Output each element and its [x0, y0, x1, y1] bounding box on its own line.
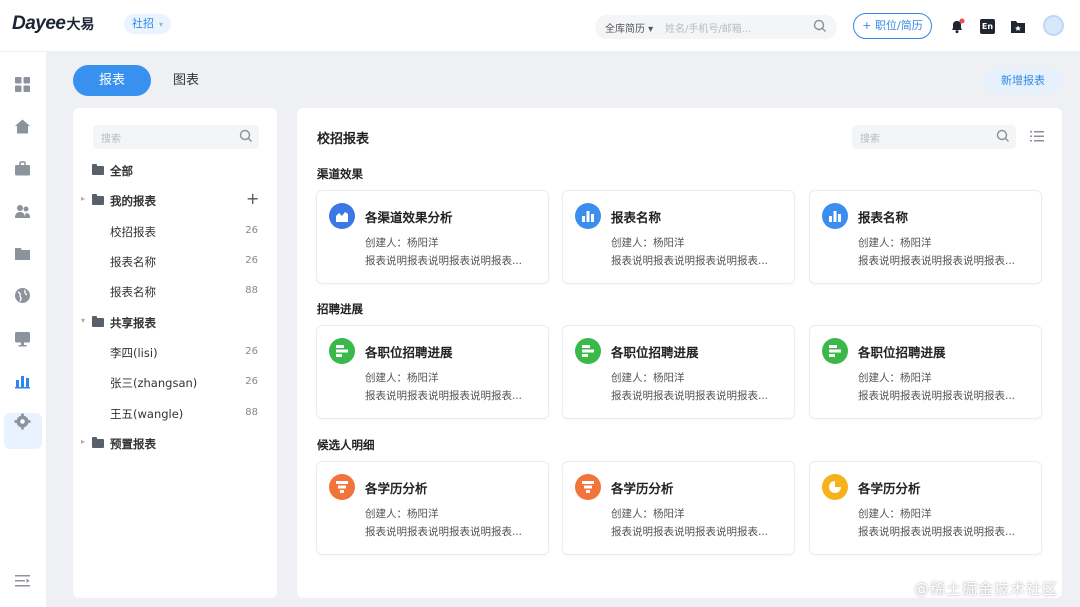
folder-icon — [92, 437, 104, 448]
side-nav — [0, 52, 47, 607]
bar-chart-icon — [575, 203, 601, 229]
gantt-chart-icon — [822, 338, 848, 364]
add-job-resume-button[interactable]: + 职位/简历 — [853, 13, 932, 39]
recruit-type-dropdown[interactable]: 社招 ▾ — [124, 14, 172, 34]
language-icon[interactable]: En — [980, 19, 995, 34]
tree-item[interactable]: 李四(lisi) 26 — [73, 343, 277, 363]
pie-chart-icon — [822, 474, 848, 500]
tab-reports[interactable]: 报表 — [73, 65, 151, 96]
caret-down-icon[interactable]: ▾ — [81, 316, 85, 325]
global-search[interactable]: 全库简历 ▾ 姓名/手机号/邮箱... — [595, 15, 837, 39]
caret-icon[interactable]: ▸ — [81, 437, 85, 446]
dayee-logo[interactable]: Dayee大易 — [12, 13, 95, 35]
report-card[interactable]: 各渠道效果分析 创建人：杨阳洋 报表说明报表说明报表说明报表... — [316, 190, 549, 284]
section-title: 招聘进展 — [317, 302, 363, 316]
report-search-input[interactable]: 搜索 — [860, 130, 880, 145]
report-card[interactable]: 各职位招聘进展 创建人：杨阳洋 报表说明报表说明报表说明报表... — [809, 325, 1042, 419]
folder-star-icon[interactable] — [1010, 19, 1026, 34]
caret-icon[interactable]: ▸ — [81, 194, 85, 203]
report-tree-panel: 搜索 全部 ▸ 我的报表 + 校招报表 26 报表名称 26 报表名称 88 ▾ 共享… — [73, 108, 277, 598]
dashboard-icon[interactable] — [14, 76, 31, 93]
report-card[interactable]: 各职位招聘进展 创建人：杨阳洋 报表说明报表说明报表说明报表... — [316, 325, 549, 419]
tree-item[interactable]: 报表名称 88 — [73, 282, 277, 302]
home-icon[interactable] — [14, 118, 31, 135]
tab-charts[interactable]: 图表 — [160, 65, 212, 96]
chevron-down-icon: ▾ — [159, 20, 164, 29]
report-card[interactable]: 各学历分析 创建人：杨阳洋 报表说明报表说明报表说明报表... — [562, 461, 795, 555]
tree-item[interactable]: 王五(wangle) 88 — [73, 404, 277, 424]
folder-icon — [92, 194, 104, 205]
area-chart-icon — [329, 203, 355, 229]
gantt-chart-icon — [575, 338, 601, 364]
page-title: 校招报表 — [317, 132, 370, 147]
collapse-menu-icon[interactable] — [14, 572, 31, 589]
global-search-input[interactable]: 姓名/手机号/邮箱... — [665, 20, 751, 35]
folder-icon[interactable] — [14, 245, 31, 262]
tree-item[interactable]: 张三(zhangsan) 26 — [73, 373, 277, 393]
tree-search-input[interactable]: 搜索 — [101, 130, 121, 145]
top-bar: Dayee大易 社招 ▾ 全库简历 ▾ 姓名/手机号/邮箱... + 职位/简历 … — [0, 0, 1080, 52]
globe-icon[interactable] — [14, 287, 31, 304]
search-icon[interactable] — [239, 129, 253, 143]
search-icon[interactable] — [813, 19, 827, 33]
add-report-icon[interactable]: + — [246, 189, 259, 208]
report-search[interactable]: 搜索 — [852, 125, 1016, 149]
tree-item-all[interactable]: 全部 — [73, 161, 277, 181]
report-card[interactable]: 报表名称 创建人：杨阳洋 报表说明报表说明报表说明报表... — [809, 190, 1042, 284]
search-icon[interactable] — [996, 129, 1010, 143]
report-card[interactable]: 各学历分析 创建人：杨阳洋 报表说明报表说明报表说明报表... — [316, 461, 549, 555]
users-icon[interactable] — [14, 203, 31, 220]
bar-chart-icon — [822, 203, 848, 229]
bell-icon[interactable] — [949, 18, 965, 34]
watermark: @稀土掘金技术社区 — [914, 580, 1059, 598]
funnel-chart-icon — [575, 474, 601, 500]
report-card[interactable]: 各学历分析 创建人：杨阳洋 报表说明报表说明报表说明报表... — [809, 461, 1042, 555]
tree-item[interactable]: 校招报表 26 — [73, 222, 277, 242]
gantt-chart-icon — [329, 338, 355, 364]
funnel-chart-icon — [329, 474, 355, 500]
report-list-panel: 校招报表 搜索 渠道效果 各渠道效果分析 创建人：杨阳洋 报表说明报表说明报表说… — [297, 108, 1062, 598]
report-chart-icon[interactable] — [14, 372, 31, 389]
section-title: 渠道效果 — [317, 167, 363, 181]
report-card[interactable]: 报表名称 创建人：杨阳洋 报表说明报表说明报表说明报表... — [562, 190, 795, 284]
tree-group-shared[interactable]: ▾ 共享报表 — [73, 313, 277, 333]
list-view-icon[interactable] — [1030, 130, 1044, 143]
tree-group-mine[interactable]: ▸ 我的报表 + — [73, 189, 277, 211]
search-scope-select[interactable]: 全库简历 ▾ — [605, 20, 653, 35]
new-report-button[interactable]: 新增报表 — [984, 68, 1062, 94]
tree-item[interactable]: 报表名称 26 — [73, 252, 277, 272]
briefcase-icon[interactable] — [14, 160, 31, 177]
monitor-icon[interactable] — [14, 330, 31, 347]
section-title: 候选人明细 — [317, 438, 375, 452]
folder-icon — [92, 164, 104, 175]
folder-icon — [92, 316, 104, 327]
tree-group-preset[interactable]: ▸ 预置报表 — [73, 434, 277, 454]
report-card[interactable]: 各职位招聘进展 创建人：杨阳洋 报表说明报表说明报表说明报表... — [562, 325, 795, 419]
avatar[interactable] — [1043, 15, 1064, 36]
tree-search[interactable]: 搜索 — [93, 125, 259, 149]
settings-icon[interactable] — [14, 413, 31, 430]
